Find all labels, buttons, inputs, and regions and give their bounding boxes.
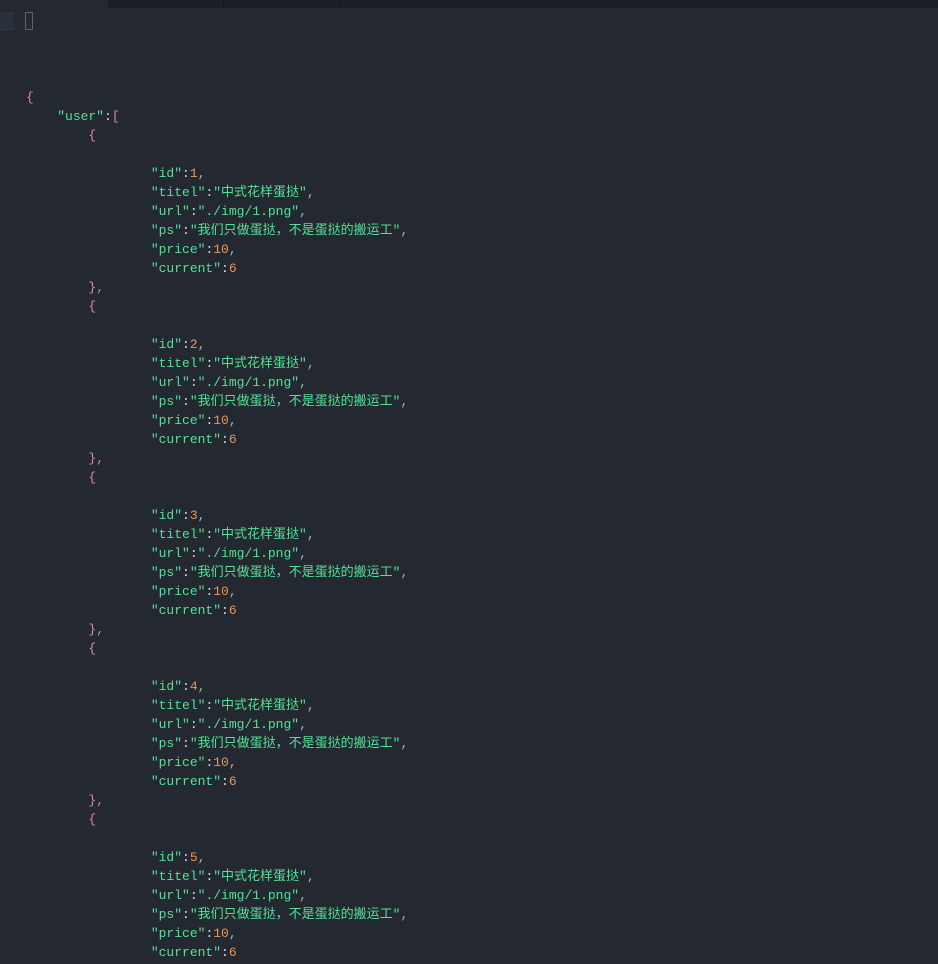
json-object-open: {	[26, 639, 938, 658]
json-prop-url: "url":"./img/1.png",	[26, 544, 938, 563]
json-prop-titel: "titel":"中式花样蛋挞",	[26, 696, 938, 715]
json-prop-titel: "titel":"中式花样蛋挞",	[26, 525, 938, 544]
blank-line	[26, 829, 938, 848]
json-prop-price: "price":10,	[26, 924, 938, 943]
json-user-key: "user":[	[26, 107, 938, 126]
json-prop-current: "current":6	[26, 772, 938, 791]
json-root-open: {	[26, 88, 938, 107]
json-prop-id: "id":5,	[26, 848, 938, 867]
json-prop-id: "id":1,	[26, 164, 938, 183]
json-object-close: },	[26, 449, 938, 468]
json-object-open: {	[26, 297, 938, 316]
json-prop-price: "price":10,	[26, 411, 938, 430]
json-object-close: },	[26, 278, 938, 297]
blank-line	[26, 658, 938, 677]
gutter-highlight	[0, 12, 14, 31]
json-prop-titel: "titel":"中式花样蛋挞",	[26, 867, 938, 886]
json-object-close: },	[26, 791, 938, 810]
json-prop-price: "price":10,	[26, 582, 938, 601]
json-prop-current: "current":6	[26, 430, 938, 449]
json-prop-url: "url":"./img/1.png",	[26, 373, 938, 392]
json-prop-current: "current":6	[26, 259, 938, 278]
json-prop-ps: "ps":"我们只做蛋挞，不是蛋挞的搬运工",	[26, 734, 938, 753]
json-prop-id: "id":4,	[26, 677, 938, 696]
tab-bar	[0, 0, 938, 8]
bracket-match-highlight	[25, 12, 33, 30]
json-prop-id: "id":3,	[26, 506, 938, 525]
blank-line	[26, 487, 938, 506]
json-prop-ps: "ps":"我们只做蛋挞，不是蛋挞的搬运工",	[26, 221, 938, 240]
json-prop-url: "url":"./img/1.png",	[26, 886, 938, 905]
json-object-close: },	[26, 620, 938, 639]
tab-3[interactable]	[224, 0, 340, 8]
json-object-open: {	[26, 810, 938, 829]
json-prop-price: "price":10,	[26, 240, 938, 259]
json-prop-titel: "titel":"中式花样蛋挞",	[26, 354, 938, 373]
json-prop-url: "url":"./img/1.png",	[26, 202, 938, 221]
json-prop-titel: "titel":"中式花样蛋挞",	[26, 183, 938, 202]
json-prop-ps: "ps":"我们只做蛋挞，不是蛋挞的搬运工",	[26, 392, 938, 411]
json-prop-id: "id":2,	[26, 335, 938, 354]
json-prop-price: "price":10,	[26, 753, 938, 772]
blank-line	[26, 145, 938, 164]
json-object-open: {	[26, 468, 938, 487]
blank-line	[26, 316, 938, 335]
json-prop-current: "current":6	[26, 943, 938, 962]
code-editor[interactable]: { "user":[ { "id":1, "titel":"中式花样蛋挞", "…	[0, 8, 938, 964]
json-object-open: {	[26, 126, 938, 145]
json-prop-current: "current":6	[26, 601, 938, 620]
json-prop-ps: "ps":"我们只做蛋挞，不是蛋挞的搬运工",	[26, 905, 938, 924]
json-prop-ps: "ps":"我们只做蛋挞，不是蛋挞的搬运工",	[26, 563, 938, 582]
tab-2[interactable]	[108, 0, 224, 8]
json-prop-url: "url":"./img/1.png",	[26, 715, 938, 734]
tab-active[interactable]	[0, 0, 108, 8]
